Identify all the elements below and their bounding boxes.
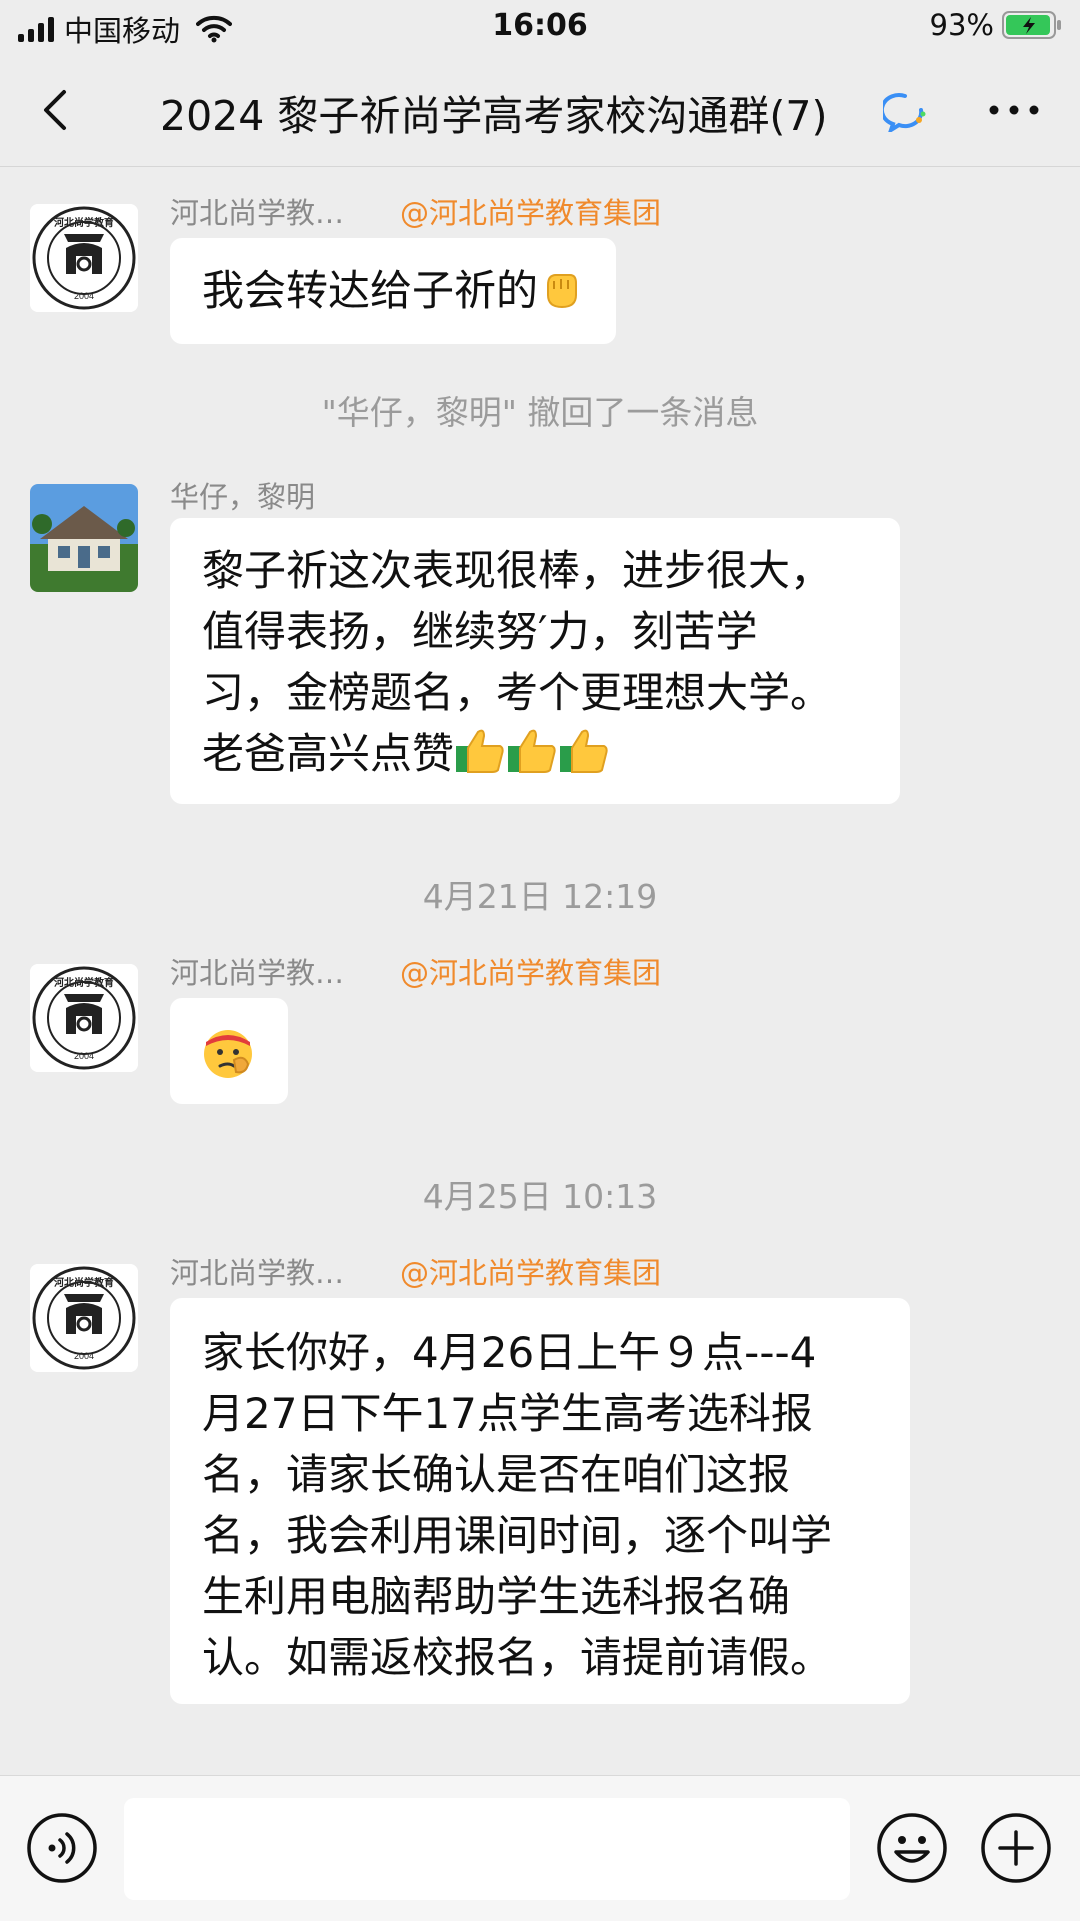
fist-emoji-icon [547,274,578,309]
thumbs-up-emoji-icon [508,729,556,773]
thumbs-up-emoji-icon [560,729,608,773]
school-logo-icon: 2004 河北尚学教育 [30,964,138,1072]
chat-title: 2024 黎子祈尚学高考家校沟通群(7) [160,92,828,140]
plus-icon[interactable] [980,1812,1052,1884]
battery-icon [1002,11,1061,39]
message-line: 月27日下午17点学生高考选科报 [202,1389,813,1438]
message-line: 名，请家长确认是否在咱们这报 [202,1450,791,1499]
message-bubble[interactable] [170,998,288,1104]
school-logo-icon: 2004 河北尚学教育 [30,1264,138,1372]
logo-name: 河北尚学教育 [54,976,114,989]
thumbs-up-emoji-icon [456,729,504,773]
logo-name: 河北尚学教育 [54,216,114,229]
sender-name: 河北尚学教… [170,196,345,230]
status-right: 93% [930,8,1062,42]
mention-tag[interactable]: @河北尚学教育集团 [400,1250,661,1292]
message-bubble[interactable]: 黎子祈这次表现很棒，进步很大， 值得表扬，继续努′力，刻苦学 习，金榜题名，考个… [170,518,900,804]
more-options-icon[interactable] [984,90,1044,130]
house-photo-icon [30,484,138,592]
logo-year: 2004 [74,291,94,301]
avatar[interactable]: 2004 河北尚学教育 [30,964,138,1072]
avatar[interactable] [30,484,138,592]
message-bubble[interactable]: 家长你好，4月26日上午９点---4 月27日下午17点学生高考选科报 名，请家… [170,1298,910,1704]
ai-assistant-icon[interactable] [883,92,927,132]
logo-year: 2004 [74,1351,94,1361]
input-bar [0,1775,1080,1921]
message-text: 我会转达给子祈的 [202,266,539,315]
status-time: 16:06 [492,8,588,43]
avatar[interactable]: 2004 河北尚学教育 [30,204,138,312]
salute-emoji-icon [204,1030,252,1078]
message-line: 老爸高兴点赞 [202,729,455,778]
message-line: 认。如需返校报名，请提前请假。 [202,1633,833,1682]
message-line: 名，我会利用课间时间，逐个叫学 [202,1511,833,1560]
avatar[interactable]: 2004 河北尚学教育 [30,1264,138,1372]
status-bar: 中国移动 16:06 93% [0,0,1080,54]
sender-name: 河北尚学教… [170,1256,345,1290]
logo-year: 2004 [74,1051,94,1061]
recall-notice: "华仔，黎明" 撤回了一条消息 [321,393,759,432]
message-line: 生利用电脑帮助学生选科报名确 [202,1572,791,1621]
battery-percent: 93% [929,8,994,42]
time-divider: 4月25日 10:13 [422,1177,658,1216]
chat-header: 2024 黎子祈尚学高考家校沟通群(7) [0,54,1080,167]
mention-tag[interactable]: @河北尚学教育集团 [400,190,661,232]
mention-tag[interactable]: @河北尚学教育集团 [400,950,661,992]
message-bubble[interactable]: 我会转达给子祈的 [170,238,617,344]
school-logo-icon: 2004 河北尚学教育 [30,204,138,312]
message-line: 习，金榜题名，考个更理想大学。 [202,668,833,717]
message-line: 值得表扬，继续努′力，刻苦学 [202,607,758,656]
logo-name: 河北尚学教育 [54,1276,114,1289]
message-line: 家长你好，4月26日上午９点---4 [202,1328,817,1377]
smiley-icon[interactable] [876,1812,948,1884]
sender-name: 华仔，黎明 [170,480,316,514]
message-line: 黎子祈这次表现很棒，进步很大， [202,546,833,595]
voice-icon[interactable] [26,1812,98,1884]
sender-name: 河北尚学教… [170,956,345,990]
message-input[interactable] [124,1798,850,1900]
time-divider: 4月21日 12:19 [422,877,658,916]
back-chevron-icon[interactable] [28,82,84,138]
